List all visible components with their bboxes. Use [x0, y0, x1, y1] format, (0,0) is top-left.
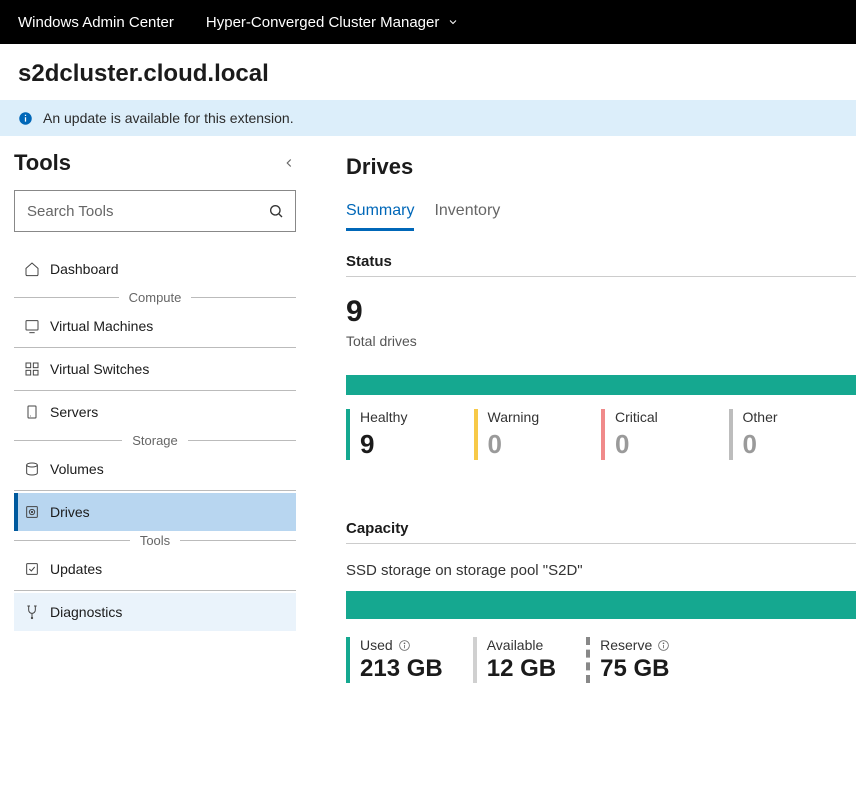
status-breakdown: Healthy 9 Warning 0 Critical 0 Other 0 [346, 409, 856, 460]
page-title: Drives [346, 154, 856, 180]
search-tools [14, 190, 296, 232]
capacity-available: Available 12 GB [473, 637, 556, 683]
status-heading: Status [346, 253, 856, 277]
status-value: 9 [360, 429, 474, 460]
capacity-reserve: Reserve 75 GB [586, 637, 670, 683]
sidebar-item-diagnostics[interactable]: Diagnostics [14, 593, 296, 631]
volume-icon [24, 461, 40, 477]
capacity-label: Available [487, 637, 544, 653]
search-input[interactable] [14, 190, 296, 232]
capacity-breakdown: Used 213 GB Available 12 GB Reserve 75 G… [346, 637, 856, 683]
status-label: Other [743, 409, 856, 425]
status-value: 0 [743, 429, 856, 460]
sidebar-item-label: Drives [50, 504, 90, 520]
sidebar-item-dashboard[interactable]: Dashboard [14, 250, 296, 288]
status-label: Warning [488, 409, 602, 425]
main-content: Drives Summary Inventory Status 9 Total … [310, 136, 856, 713]
status-critical: Critical 0 [601, 409, 729, 460]
sidebar-group-tools: Tools [14, 533, 296, 548]
capacity-label: Used [360, 637, 393, 653]
context-dropdown[interactable]: Hyper-Converged Cluster Manager [206, 14, 459, 31]
update-notification[interactable]: An update is available for this extensio… [0, 100, 856, 136]
context-label: Hyper-Converged Cluster Manager [206, 14, 439, 31]
capacity-value: 213 GB [360, 655, 443, 683]
info-icon [18, 111, 33, 126]
cluster-name: s2dcluster.cloud.local [0, 44, 856, 100]
diagnostics-icon [24, 604, 40, 620]
sidebar-item-updates[interactable]: Updates [14, 550, 296, 588]
collapse-sidebar-button[interactable] [282, 156, 296, 170]
capacity-description: SSD storage on storage pool "S2D" [346, 562, 856, 579]
tab-summary[interactable]: Summary [346, 202, 414, 231]
sidebar-item-label: Dashboard [50, 261, 119, 277]
status-healthy: Healthy 9 [346, 409, 474, 460]
sidebar-title: Tools [14, 150, 71, 176]
notification-text: An update is available for this extensio… [43, 110, 294, 126]
sidebar-group-storage: Storage [14, 433, 296, 448]
server-icon [24, 404, 40, 420]
info-icon[interactable] [657, 639, 670, 652]
drive-icon [24, 504, 40, 520]
status-value: 0 [615, 429, 729, 460]
sidebar-item-label: Diagnostics [50, 604, 122, 620]
info-icon[interactable] [398, 639, 411, 652]
brand-link[interactable]: Windows Admin Center [18, 14, 174, 31]
status-label: Healthy [360, 409, 474, 425]
sidebar-item-drives[interactable]: Drives [14, 493, 296, 531]
sidebar-item-servers[interactable]: Servers [14, 393, 296, 431]
capacity-heading: Capacity [346, 520, 856, 544]
sidebar-item-label: Updates [50, 561, 102, 577]
updates-icon [24, 561, 40, 577]
status-warning: Warning 0 [474, 409, 602, 460]
sidebar-item-label: Servers [50, 404, 98, 420]
sidebar-item-label: Virtual Switches [50, 361, 149, 377]
sidebar: Tools Dashboard Compute Virtual Machines… [0, 136, 310, 713]
sidebar-item-volumes[interactable]: Volumes [14, 450, 296, 488]
capacity-used: Used 213 GB [346, 637, 443, 683]
vm-icon [24, 318, 40, 334]
capacity-value: 12 GB [487, 655, 556, 683]
sidebar-item-virtual-switches[interactable]: Virtual Switches [14, 350, 296, 388]
status-value: 0 [488, 429, 602, 460]
status-bar [346, 375, 856, 395]
search-icon [268, 203, 284, 219]
total-drives-value: 9 [346, 295, 856, 329]
tabs: Summary Inventory [346, 202, 856, 231]
capacity-bar [346, 591, 856, 619]
capacity-label: Reserve [600, 637, 652, 653]
switch-icon [24, 361, 40, 377]
sidebar-group-compute: Compute [14, 290, 296, 305]
sidebar-item-label: Virtual Machines [50, 318, 153, 334]
status-other: Other 0 [729, 409, 856, 460]
status-label: Critical [615, 409, 729, 425]
tab-inventory[interactable]: Inventory [434, 202, 500, 231]
chevron-down-icon [447, 16, 459, 28]
total-drives-label: Total drives [346, 333, 856, 349]
top-bar: Windows Admin Center Hyper-Converged Clu… [0, 0, 856, 44]
sidebar-item-virtual-machines[interactable]: Virtual Machines [14, 307, 296, 345]
home-icon [24, 261, 40, 277]
sidebar-item-label: Volumes [50, 461, 104, 477]
capacity-value: 75 GB [600, 655, 670, 683]
